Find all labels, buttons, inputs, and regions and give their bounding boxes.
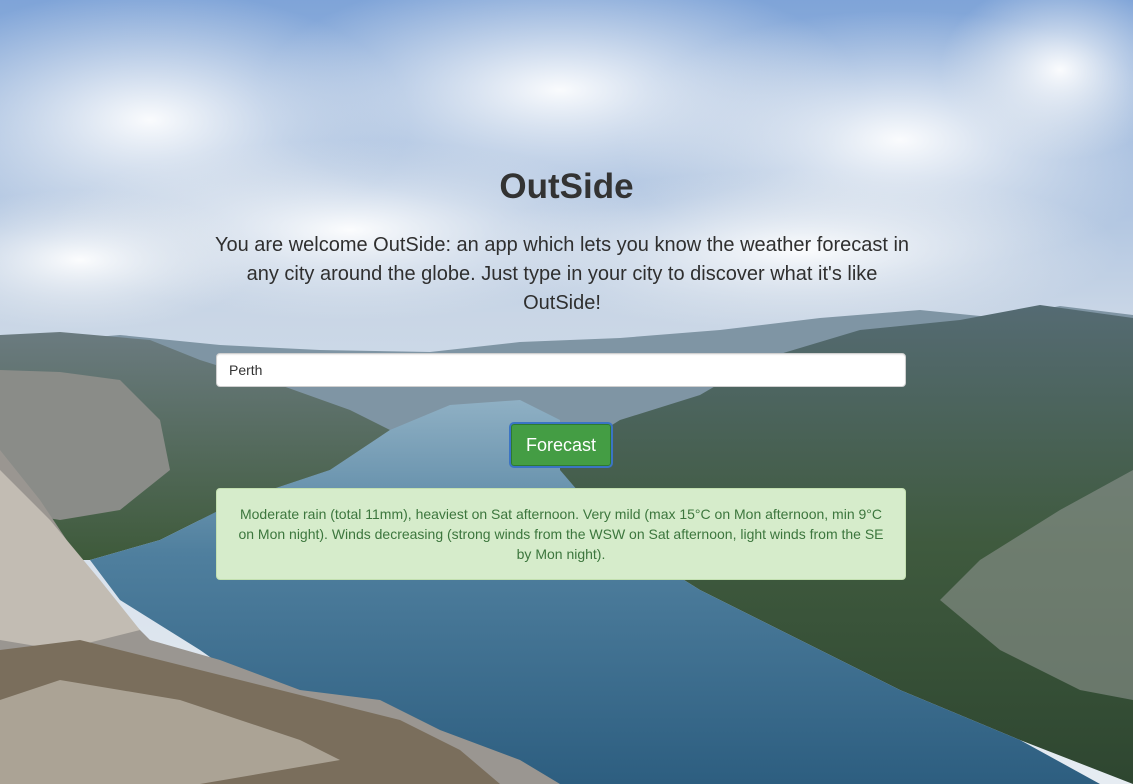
page-title: OutSide xyxy=(499,167,634,206)
forecast-result-alert: Moderate rain (total 11mm), heaviest on … xyxy=(216,488,906,580)
forecast-button[interactable]: Forecast xyxy=(509,422,613,468)
intro-text: You are welcome OutSide: an app which le… xyxy=(214,234,910,314)
forecast-result-text: Moderate rain (total 11mm), heaviest on … xyxy=(238,506,884,562)
city-input[interactable] xyxy=(216,353,906,387)
main-content: OutSide You are welcome OutSide: an app … xyxy=(0,0,1133,784)
